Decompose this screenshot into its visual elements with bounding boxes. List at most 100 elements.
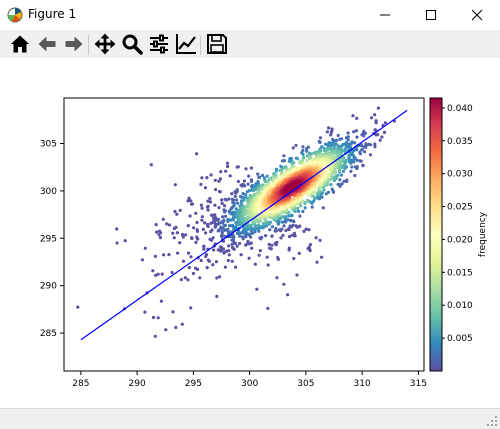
scatter-point xyxy=(194,211,198,215)
plot-svg[interactable]: 285 290 295 300 305 310 315 285 290 295 300 305 0.… xyxy=(0,58,500,408)
scatter-point xyxy=(249,223,253,227)
scatter-point xyxy=(260,183,264,187)
scatter-point xyxy=(351,114,355,118)
scatter-point xyxy=(264,234,268,238)
scatter-point xyxy=(347,153,351,158)
scatter-point xyxy=(301,145,305,149)
scatter-point xyxy=(247,174,251,178)
scatter-point xyxy=(196,237,200,241)
zoom-button[interactable] xyxy=(120,32,144,56)
scatter-point xyxy=(261,173,265,177)
scatter-point xyxy=(189,255,193,259)
scatter-point xyxy=(153,254,157,258)
scatter-point xyxy=(249,179,254,183)
scatter-point xyxy=(241,235,245,239)
scatter-point xyxy=(338,178,342,182)
back-button[interactable] xyxy=(35,32,59,56)
scatter-point xyxy=(190,202,195,206)
magnifier-icon xyxy=(122,34,143,55)
scatter-point xyxy=(236,179,240,184)
save-button[interactable] xyxy=(205,32,229,56)
scatter-point xyxy=(254,187,258,191)
scatter-point xyxy=(330,187,334,191)
x-tick-label: 315 xyxy=(410,379,427,389)
colorbar-tick-label: 0.010 xyxy=(447,301,473,311)
scatter-point xyxy=(244,193,248,197)
scatter-point xyxy=(216,217,221,221)
close-button[interactable] xyxy=(454,0,500,30)
scatter-point xyxy=(174,325,178,330)
scatter-point xyxy=(209,173,213,177)
scatter-point xyxy=(243,184,247,188)
y-tick-label: 285 xyxy=(40,329,57,339)
colorbar-label: frequency xyxy=(478,211,488,257)
scatter-point xyxy=(225,161,230,165)
colorbar xyxy=(429,97,443,372)
scatter-point xyxy=(115,227,119,231)
status-bar xyxy=(0,408,500,429)
scatter-point xyxy=(242,198,246,202)
scatter-point xyxy=(318,136,323,140)
forward-button[interactable] xyxy=(62,32,86,56)
scatter-point xyxy=(195,229,200,233)
scatter-point xyxy=(76,305,80,309)
edit-axis-button[interactable] xyxy=(174,32,198,56)
scatter-point xyxy=(277,213,281,217)
scatter-point xyxy=(314,236,318,240)
colorbar-tick-label: 0.030 xyxy=(447,170,473,180)
scatter-point xyxy=(156,316,160,320)
scatter-point xyxy=(374,121,378,125)
scatter-point xyxy=(233,194,237,198)
scatter-point xyxy=(223,209,227,213)
home-button[interactable] xyxy=(8,32,32,56)
scatter-point xyxy=(235,198,239,202)
scatter-point xyxy=(230,223,235,227)
scatter-point xyxy=(210,228,214,232)
scatter-point xyxy=(160,272,164,276)
scatter-point xyxy=(238,241,242,246)
scatter-point xyxy=(204,231,208,235)
scatter-point xyxy=(235,244,239,248)
figure-canvas[interactable]: 285 290 295 300 305 310 315 285 290 295 300 305 0.… xyxy=(0,58,500,408)
scatter-point xyxy=(206,224,210,229)
scatter-point xyxy=(214,187,218,192)
scatter-point xyxy=(318,140,322,144)
colorbar-tick-label: 0.025 xyxy=(447,203,473,213)
scatter-point xyxy=(181,259,186,263)
pan-button[interactable] xyxy=(93,32,117,56)
scatter-point xyxy=(195,220,199,225)
scatter-point xyxy=(188,214,192,218)
scatter-point xyxy=(333,151,337,155)
configure-subplots-button[interactable] xyxy=(147,32,171,56)
scatter-point xyxy=(246,182,250,186)
scatter-point xyxy=(340,182,344,186)
scatter-point xyxy=(242,179,247,183)
scatter-point xyxy=(226,164,230,169)
scatter-point xyxy=(180,322,184,326)
scatter-point xyxy=(215,276,219,280)
scatter-point xyxy=(304,227,308,231)
scatter-point xyxy=(231,218,235,222)
scatter-point xyxy=(256,223,260,227)
scatter-point xyxy=(260,224,264,228)
y-tick-label: 300 xyxy=(40,187,57,197)
maximize-button[interactable] xyxy=(408,0,454,30)
scatter-point xyxy=(191,271,196,276)
scatter-point xyxy=(266,263,270,267)
colorbar-tick-label: 0.015 xyxy=(447,268,473,278)
scatter-point xyxy=(206,258,210,262)
scatter-point xyxy=(268,246,272,250)
scatter-point xyxy=(179,278,183,282)
scatter-point xyxy=(227,197,231,201)
scatter-point xyxy=(310,205,314,209)
y-tick-label: 290 xyxy=(40,282,57,292)
minimize-button[interactable] xyxy=(362,0,408,30)
colorbar-ticks: 0.005 0.010 0.015 0.020 0.025 0.030 0.035 0.040 xyxy=(442,104,473,344)
scatter-point xyxy=(213,203,217,207)
scatter-point xyxy=(271,179,275,183)
scatter-point xyxy=(352,130,356,134)
scatter-point xyxy=(376,106,380,110)
navigation-toolbar xyxy=(0,30,500,58)
resize-grip-icon[interactable] xyxy=(486,415,498,427)
scatter-point xyxy=(199,182,203,186)
